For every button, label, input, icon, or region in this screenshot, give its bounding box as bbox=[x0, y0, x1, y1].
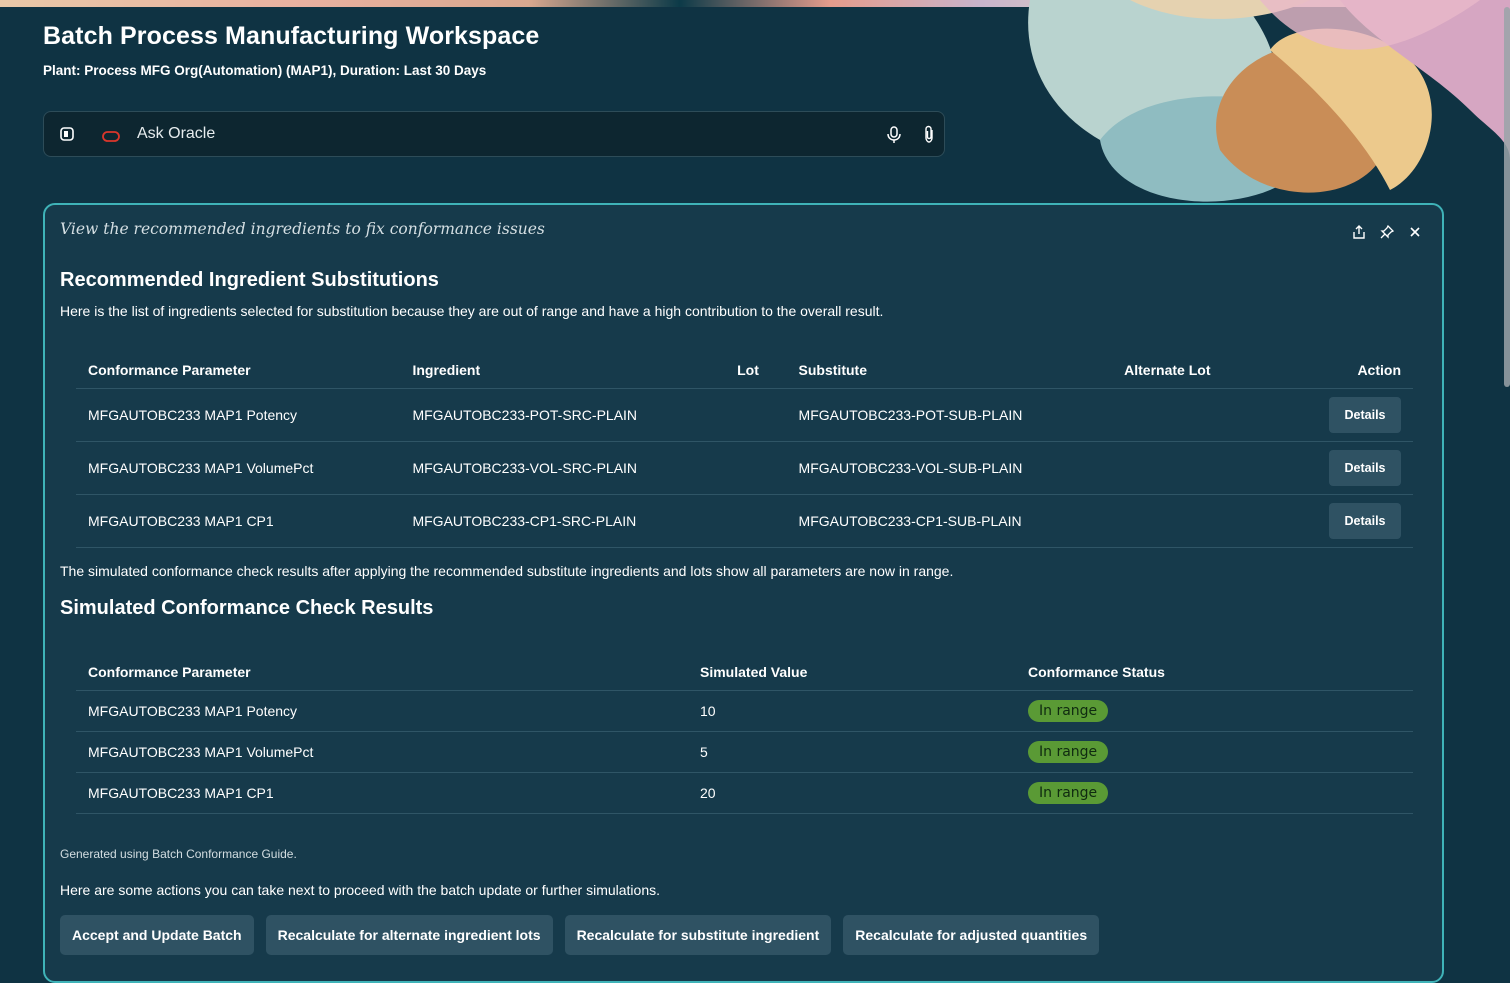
accept-update-batch-button[interactable]: Accept and Update Batch bbox=[60, 915, 254, 955]
page-title: Batch Process Manufacturing Workspace bbox=[43, 22, 540, 50]
cell-param: MFGAUTOBC233 MAP1 CP1 bbox=[76, 772, 688, 814]
cell-ingredient: MFGAUTOBC233-CP1-SRC-PLAIN bbox=[400, 494, 726, 548]
close-icon[interactable] bbox=[1408, 225, 1422, 239]
cell-ingredient: MFGAUTOBC233-VOL-SRC-PLAIN bbox=[400, 441, 726, 495]
cell-param: MFGAUTOBC233 MAP1 VolumePct bbox=[76, 441, 401, 495]
table-row: MFGAUTOBC233 MAP1 CP1 MFGAUTOBC233-CP1-S… bbox=[76, 494, 1413, 548]
pin-icon[interactable] bbox=[1380, 224, 1395, 239]
table-row: MFGAUTOBC233 MAP1 Potency MFGAUTOBC233-P… bbox=[76, 388, 1413, 442]
cell-alt-lot bbox=[1112, 388, 1317, 442]
decorative-artwork bbox=[1010, 0, 1510, 210]
ask-oracle-input[interactable]: Ask Oracle bbox=[137, 125, 215, 143]
table-row: MFGAUTOBC233 MAP1 VolumePct 5 In range bbox=[76, 731, 1413, 773]
page-subtitle: Plant: Process MFG Org(Automation) (MAP1… bbox=[43, 63, 487, 78]
status-badge: In range bbox=[1028, 741, 1109, 763]
cell-ingredient: MFGAUTOBC233-POT-SRC-PLAIN bbox=[400, 388, 726, 442]
col-header: Ingredient bbox=[400, 352, 726, 389]
cell-param: MFGAUTOBC233 MAP1 VolumePct bbox=[76, 731, 688, 773]
ask-oracle-bar[interactable]: Ask Oracle bbox=[43, 111, 945, 157]
col-header: Conformance Status bbox=[1016, 654, 1413, 691]
cell-param: MFGAUTOBC233 MAP1 CP1 bbox=[76, 494, 401, 548]
cell-substitute: MFGAUTOBC233-VOL-SUB-PLAIN bbox=[786, 441, 1113, 495]
details-button[interactable]: Details bbox=[1329, 450, 1401, 486]
simulated-heading: Simulated Conformance Check Results bbox=[60, 597, 434, 619]
share-icon[interactable] bbox=[1352, 225, 1366, 239]
page-scrollbar[interactable] bbox=[1504, 7, 1510, 387]
cell-substitute: MFGAUTOBC233-CP1-SUB-PLAIN bbox=[786, 494, 1113, 548]
generated-note: Generated using Batch Conformance Guide. bbox=[60, 847, 297, 861]
cell-value: 5 bbox=[688, 731, 1016, 773]
cell-substitute: MFGAUTOBC233-POT-SUB-PLAIN bbox=[786, 388, 1113, 442]
cell-param: MFGAUTOBC233 MAP1 Potency bbox=[76, 388, 401, 442]
status-badge: In range bbox=[1028, 782, 1109, 804]
simulation-intro: The simulated conformance check results … bbox=[60, 563, 954, 579]
table-row: MFGAUTOBC233 MAP1 VolumePct MFGAUTOBC233… bbox=[76, 441, 1413, 495]
col-header: Conformance Parameter bbox=[76, 654, 688, 691]
cell-value: 10 bbox=[688, 690, 1016, 732]
substitutions-intro: Here is the list of ingredients selected… bbox=[60, 303, 884, 319]
recommendation-card: View the recommended ingredients to fix … bbox=[43, 203, 1444, 983]
col-header: Lot bbox=[725, 352, 787, 389]
microphone-icon[interactable] bbox=[886, 126, 902, 144]
cell-alt-lot bbox=[1112, 441, 1317, 495]
details-button[interactable]: Details bbox=[1329, 503, 1401, 539]
details-button[interactable]: Details bbox=[1329, 397, 1401, 433]
cell-lot bbox=[725, 388, 787, 442]
simulated-results-table: Conformance Parameter Simulated Value Co… bbox=[76, 654, 1413, 814]
col-header: Action bbox=[1317, 352, 1413, 389]
card-prompt: View the recommended ingredients to fix … bbox=[60, 220, 545, 238]
recalculate-substitute-ingredient-button[interactable]: Recalculate for substitute ingredient bbox=[564, 915, 832, 955]
cell-param: MFGAUTOBC233 MAP1 Potency bbox=[76, 690, 688, 732]
next-actions-intro: Here are some actions you can take next … bbox=[60, 882, 660, 898]
oracle-logo-icon bbox=[102, 129, 120, 142]
cell-alt-lot bbox=[1112, 494, 1317, 548]
recalculate-adjusted-quantities-button[interactable]: Recalculate for adjusted quantities bbox=[843, 915, 1100, 955]
status-badge: In range bbox=[1028, 700, 1109, 722]
col-header: Simulated Value bbox=[688, 654, 1016, 691]
cell-value: 20 bbox=[688, 772, 1016, 814]
col-header: Alternate Lot bbox=[1112, 352, 1317, 389]
recalculate-alternate-lots-button[interactable]: Recalculate for alternate ingredient lot… bbox=[265, 915, 553, 955]
col-header: Conformance Parameter bbox=[76, 352, 401, 389]
substitutions-table: Conformance Parameter Ingredient Lot Sub… bbox=[76, 352, 1413, 548]
cell-lot bbox=[725, 494, 787, 548]
sidebar-toggle-icon[interactable] bbox=[60, 127, 74, 141]
table-row: MFGAUTOBC233 MAP1 Potency 10 In range bbox=[76, 690, 1413, 732]
substitutions-heading: Recommended Ingredient Substitutions bbox=[60, 269, 439, 291]
col-header: Substitute bbox=[786, 352, 1113, 389]
paperclip-icon[interactable] bbox=[921, 125, 937, 144]
cell-lot bbox=[725, 441, 787, 495]
next-actions-bar: Accept and Update Batch Recalculate for … bbox=[60, 915, 1100, 955]
table-row: MFGAUTOBC233 MAP1 CP1 20 In range bbox=[76, 772, 1413, 814]
